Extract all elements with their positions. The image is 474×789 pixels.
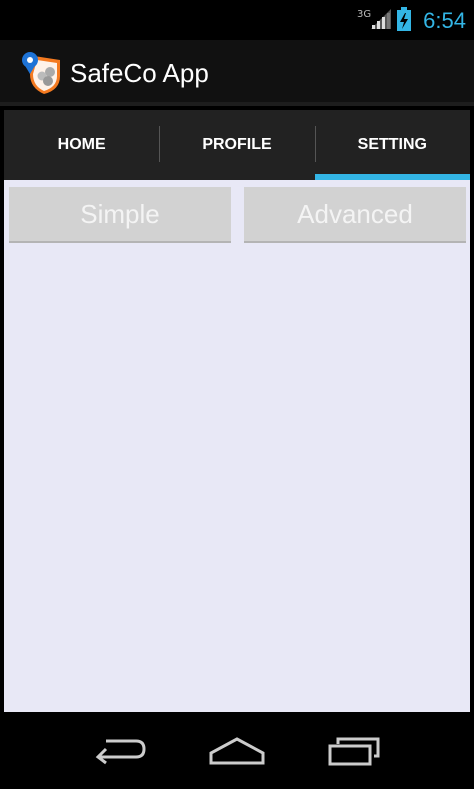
advanced-button[interactable]: Advanced: [244, 187, 466, 243]
back-icon[interactable]: [90, 732, 150, 768]
tab-setting[interactable]: SETTING: [314, 110, 471, 180]
app-logo-icon[interactable]: [20, 50, 66, 96]
tab-profile[interactable]: PROFILE: [159, 110, 314, 180]
settings-content: Simple Advanced: [4, 180, 470, 712]
action-bar: SafeCo App: [0, 40, 474, 106]
home-icon[interactable]: [207, 732, 267, 768]
battery-charging-icon: [397, 7, 412, 35]
signal-icon: [371, 9, 392, 33]
tab-home[interactable]: HOME: [4, 110, 159, 180]
app-title: SafeCo App: [70, 58, 209, 88]
network-type: 3G: [357, 8, 372, 20]
clock: 6:54: [423, 8, 466, 33]
status-bar: 3G 6:54: [0, 0, 474, 40]
status-icons: 3G 6:54: [357, 6, 466, 36]
navigation-bar: [0, 712, 474, 789]
simple-button[interactable]: Simple: [9, 187, 231, 243]
tab-bar: HOME PROFILE SETTING: [4, 110, 471, 180]
recents-icon[interactable]: [326, 732, 386, 768]
